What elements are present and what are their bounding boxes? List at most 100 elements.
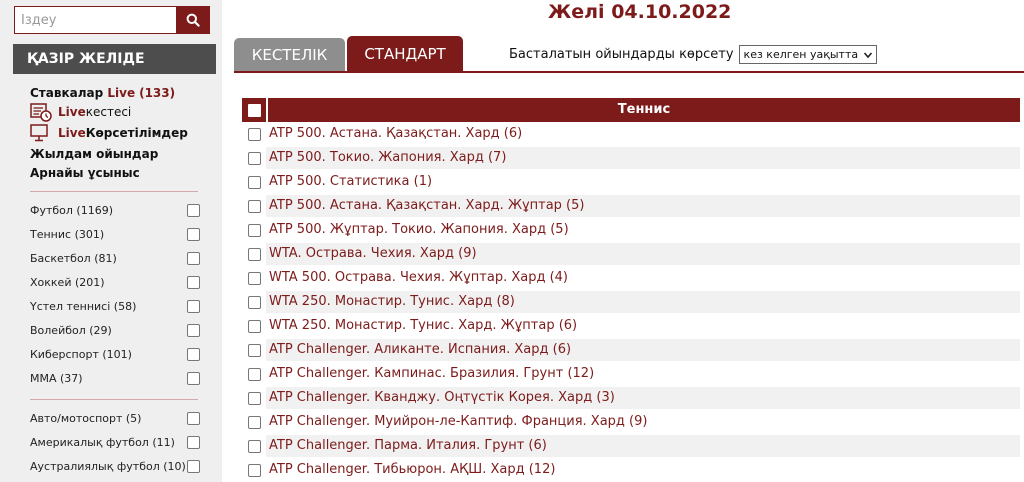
table-row[interactable]: ATP 500. Статистика (1) bbox=[242, 170, 1020, 194]
filter-label: Басталатын ойындарды көрсету bbox=[509, 47, 734, 62]
row-checkbox[interactable] bbox=[247, 295, 261, 309]
row-checkbox[interactable] bbox=[247, 223, 261, 237]
sport-item[interactable]: MMA (37) bbox=[30, 366, 200, 390]
league-link[interactable]: ATP 500. Статистика (1) bbox=[266, 171, 1020, 193]
tab-standard[interactable]: СТАНДАРТ bbox=[347, 36, 463, 72]
live-broadcasts-link[interactable]: Live Көрсетілімдер bbox=[30, 124, 210, 143]
table-row[interactable]: ATP Challenger. Кампинас. Бразилия. Грун… bbox=[242, 362, 1020, 386]
league-link[interactable]: ATP Challenger. Парма. Италия. Грунт (6) bbox=[266, 435, 1020, 457]
monitor-icon bbox=[30, 124, 48, 142]
search-icon bbox=[186, 13, 200, 27]
search-box bbox=[14, 6, 210, 34]
sport-checkbox[interactable] bbox=[187, 323, 200, 337]
sport-item[interactable]: Баскетбол (81) bbox=[30, 246, 200, 270]
table-row[interactable]: WTA. Острава. Чехия. Хард (9) bbox=[242, 242, 1020, 266]
fast-games-link[interactable]: Жылдам ойындар bbox=[30, 145, 210, 164]
league-link[interactable]: WTA. Острава. Чехия. Хард (9) bbox=[266, 243, 1020, 265]
sport-checkbox[interactable] bbox=[187, 459, 200, 473]
row-checkbox[interactable] bbox=[247, 439, 261, 453]
sport-item[interactable]: Үстел теннисі (58) bbox=[30, 294, 200, 318]
league-link[interactable]: ATP Challenger. Аликанте. Испания. Хард … bbox=[266, 339, 1020, 361]
row-checkbox[interactable] bbox=[247, 391, 261, 405]
sport-checkbox[interactable] bbox=[187, 251, 200, 265]
sport-checkbox[interactable] bbox=[187, 435, 200, 449]
league-link[interactable]: WTA 250. Монастир. Тунис. Хард (8) bbox=[266, 291, 1020, 313]
league-link[interactable]: ATP 500. Астана. Қазақстан. Хард. Жұптар… bbox=[266, 195, 1020, 217]
sport-item[interactable]: Хоккей (201) bbox=[30, 270, 200, 294]
sport-item[interactable]: Волейбол (29) bbox=[30, 318, 200, 342]
page-title: Желі 04.10.2022 bbox=[548, 1, 732, 23]
sport-list-more: Авто/мотоспорт (5) Америкалық футбол (11… bbox=[30, 406, 200, 478]
filter-selected-value: кез келген уақытта bbox=[743, 48, 859, 61]
chevron-down-icon bbox=[864, 51, 873, 58]
live-schedule-label: кестесі bbox=[85, 105, 132, 119]
league-link[interactable]: ATP 500. Жұптар. Токио. Жапония. Хард (5… bbox=[266, 219, 1020, 241]
tennis-table: Теннис ATP 500. Астана. Қазақстан. Хард … bbox=[242, 98, 1020, 482]
table-row[interactable]: ATP Challenger. Кванджу. Оңтүстік Корея.… bbox=[242, 386, 1020, 410]
live-schedule-highlight: Live bbox=[58, 105, 86, 119]
table-row[interactable]: ATP Challenger. Аликанте. Испания. Хард … bbox=[242, 338, 1020, 362]
row-checkbox[interactable] bbox=[247, 319, 261, 333]
live-bets-highlight: Live bbox=[107, 86, 136, 100]
table-row[interactable]: WTA 250. Монастир. Тунис. Хард (8) bbox=[242, 290, 1020, 314]
league-link[interactable]: ATP 500. Токио. Жапония. Хард (7) bbox=[266, 147, 1020, 169]
table-row[interactable]: ATP Challenger. Парма. Италия. Грунт (6) bbox=[242, 434, 1020, 458]
table-row[interactable]: ATP 500. Астана. Қазақстан. Хард. Жұптар… bbox=[242, 194, 1020, 218]
sport-item[interactable]: Аустралиялық футбол (10) bbox=[30, 454, 200, 478]
sport-checkbox[interactable] bbox=[187, 347, 200, 361]
start-time-filter: Басталатын ойындарды көрсету кез келген … bbox=[509, 45, 878, 64]
live-bets-count: (133) bbox=[139, 86, 176, 100]
row-checkbox[interactable] bbox=[247, 127, 261, 141]
select-all-checkbox[interactable] bbox=[247, 103, 261, 117]
league-link[interactable]: WTA 500. Острава. Чехия. Жұптар. Хард (4… bbox=[266, 267, 1020, 289]
tab-schedule[interactable]: КЕСТЕЛІК bbox=[234, 38, 345, 72]
row-checkbox[interactable] bbox=[247, 199, 261, 213]
row-checkbox[interactable] bbox=[247, 151, 261, 165]
league-link[interactable]: ATP Challenger. Кванджу. Оңтүстік Корея.… bbox=[266, 387, 1020, 409]
row-checkbox[interactable] bbox=[247, 415, 261, 429]
sport-checkbox[interactable] bbox=[187, 411, 200, 425]
sport-checkbox[interactable] bbox=[187, 227, 200, 241]
sidebar-header: ҚАЗІР ЖЕЛІДЕ bbox=[13, 44, 216, 74]
live-bets-label: Ставкалар bbox=[30, 86, 108, 100]
table-row[interactable]: ATP 500. Жұптар. Токио. Жапония. Хард (5… bbox=[242, 218, 1020, 242]
sidebar-divider bbox=[30, 191, 198, 192]
row-checkbox[interactable] bbox=[247, 175, 261, 189]
special-offer-link[interactable]: Арнайы ұсыныс bbox=[30, 164, 210, 183]
live-menu: Ставкалар Live (133) Live кестесі Live К… bbox=[30, 84, 210, 183]
league-link[interactable]: ATP Challenger. Кампинас. Бразилия. Грун… bbox=[266, 363, 1020, 385]
sport-checkbox[interactable] bbox=[187, 275, 200, 289]
table-row[interactable]: ATP 500. Астана. Қазақстан. Хард (6) bbox=[242, 122, 1020, 146]
sport-checkbox[interactable] bbox=[187, 203, 200, 217]
live-schedule-link[interactable]: Live кестесі bbox=[30, 103, 210, 122]
search-input[interactable] bbox=[14, 6, 176, 34]
row-checkbox[interactable] bbox=[247, 271, 261, 285]
live-broadcasts-highlight: Live bbox=[58, 126, 86, 140]
sport-checkbox[interactable] bbox=[187, 371, 200, 385]
search-button[interactable] bbox=[176, 6, 210, 34]
start-time-select[interactable]: кез келген уақытта bbox=[738, 45, 878, 64]
league-link[interactable]: WTA 250. Монастир. Тунис. Хард. Жұптар (… bbox=[266, 315, 1020, 337]
sport-item[interactable]: Киберспорт (101) bbox=[30, 342, 200, 366]
row-checkbox[interactable] bbox=[247, 343, 261, 357]
table-row[interactable]: WTA 250. Монастир. Тунис. Хард. Жұптар (… bbox=[242, 314, 1020, 338]
tab-underline bbox=[234, 71, 1024, 73]
table-header: Теннис bbox=[242, 98, 1020, 122]
sport-item[interactable]: Футбол (1169) bbox=[30, 198, 200, 222]
table-row[interactable]: WTA 500. Острава. Чехия. Жұптар. Хард (4… bbox=[242, 266, 1020, 290]
league-link[interactable]: ATP 500. Астана. Қазақстан. Хард (6) bbox=[266, 123, 1020, 145]
table-row[interactable]: ATP Challenger. Муийрон-ле-Каптиф. Франц… bbox=[242, 410, 1020, 434]
league-link[interactable]: ATP Challenger. Муийрон-ле-Каптиф. Франц… bbox=[266, 411, 1020, 433]
table-row[interactable]: ATP 500. Токио. Жапония. Хард (7) bbox=[242, 146, 1020, 170]
live-bets-link[interactable]: Ставкалар Live (133) bbox=[30, 84, 210, 103]
row-checkbox[interactable] bbox=[247, 247, 261, 261]
sidebar: ҚАЗІР ЖЕЛІДЕ Ставкалар Live (133) Liv bbox=[0, 0, 222, 482]
table-row[interactable]: ATP Challenger. Тибьюрон. АҚШ. Хард (12) bbox=[242, 458, 1020, 482]
league-link[interactable]: ATP Challenger. Тибьюрон. АҚШ. Хард (12) bbox=[266, 459, 1020, 481]
sport-item[interactable]: Авто/мотоспорт (5) bbox=[30, 406, 200, 430]
sport-checkbox[interactable] bbox=[187, 299, 200, 313]
row-checkbox[interactable] bbox=[247, 367, 261, 381]
sport-item[interactable]: Америкалық футбол (11) bbox=[30, 430, 200, 454]
sport-item[interactable]: Теннис (301) bbox=[30, 222, 200, 246]
row-checkbox[interactable] bbox=[247, 463, 261, 477]
